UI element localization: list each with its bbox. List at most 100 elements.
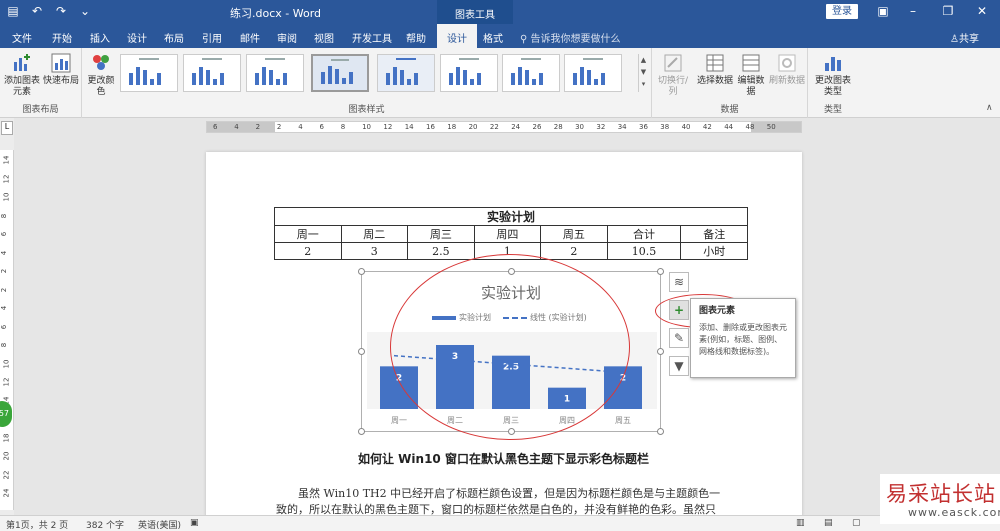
ruler-tick: 32: [596, 123, 606, 131]
change-colors-button[interactable]: 更改颜色: [86, 52, 116, 98]
word-count[interactable]: 382 个字: [86, 518, 124, 531]
share-button[interactable]: ♙共享: [950, 30, 979, 45]
print-layout-icon[interactable]: ▤: [824, 518, 833, 528]
ruler-tick: 20: [468, 123, 478, 131]
save-icon[interactable]: ▤: [6, 4, 20, 18]
language[interactable]: 英语(美国): [138, 518, 181, 531]
filter-icon[interactable]: ▼: [669, 356, 689, 376]
customize-icon[interactable]: ⌄: [78, 4, 92, 18]
restore-icon[interactable]: ❐: [938, 4, 958, 18]
change-chart-type-button[interactable]: 更改图表类型: [812, 52, 854, 98]
table-cell[interactable]: 3: [340, 242, 409, 260]
ruler-tick: 4: [234, 123, 239, 131]
refresh-data-button[interactable]: 刷新数据: [768, 52, 806, 87]
table-cell[interactable]: 2: [540, 242, 608, 260]
edit-data-button[interactable]: 编辑数据: [736, 52, 766, 98]
tab-help[interactable]: 帮助: [406, 30, 426, 45]
tab-mailings[interactable]: 邮件: [240, 30, 260, 45]
collapse-ribbon-icon[interactable]: ∧: [986, 103, 993, 113]
horizontal-ruler[interactable]: 6 4 2 2 4 6 8 10 12 14 16 18 20 22 24 26 28 30 32 34 36 38 40 4…: [206, 121, 802, 133]
change-colors-label: 更改颜色: [87, 76, 115, 97]
resize-handle[interactable]: [358, 428, 365, 435]
add-chart-element-button[interactable]: 添加图表元素: [2, 52, 42, 98]
ribbon-tabs: 文件 开始 插入 设计 布局 引用 邮件 审阅 视图 开发工具 帮助 设计 格式…: [0, 24, 1000, 48]
resize-handle[interactable]: [657, 428, 664, 435]
chart-style-2[interactable]: [183, 54, 241, 92]
plus-icon[interactable]: +: [669, 300, 689, 320]
ruler-vertical-tick: 24: [2, 488, 11, 498]
ruler-tick: 26: [532, 123, 542, 131]
switch-row-column-button[interactable]: 切换行/列: [654, 52, 692, 98]
table-cell[interactable]: 小时: [680, 242, 748, 260]
ruler-vertical-tick: 10: [2, 192, 11, 202]
table-header-cell[interactable]: 周二: [340, 225, 409, 243]
brush-icon[interactable]: ✎: [669, 328, 689, 348]
chart-style-1[interactable]: [120, 54, 178, 92]
tab-review[interactable]: 审阅: [277, 30, 297, 45]
chart-style-8[interactable]: [564, 54, 622, 92]
chart-style-3[interactable]: [246, 54, 304, 92]
data-table[interactable]: 实验计划 周一 周二 周三 周四 周五 合计 备注 2 3 2.5 1 2 10…: [274, 207, 748, 260]
table-header-cell[interactable]: 周五: [540, 225, 608, 243]
quick-layout-icon: [51, 53, 71, 73]
minimize-icon[interactable]: –: [903, 4, 923, 18]
table-cell[interactable]: 10.5: [606, 242, 682, 260]
table-header-cell[interactable]: 周四: [473, 225, 542, 243]
tab-references[interactable]: 引用: [202, 30, 222, 45]
ruler-tick: 34: [617, 123, 627, 131]
status-bar: 第1页，共 2 页 382 个字 英语(美国) ▣ ▥ ▤ ▢: [0, 515, 1000, 531]
ruler-tick: 4: [298, 123, 303, 131]
table-cell[interactable]: 2: [274, 242, 342, 260]
gallery-scroll[interactable]: ▲ ▼ ▾: [638, 54, 648, 92]
more-icon[interactable]: ▾: [639, 78, 648, 90]
table-header-cell[interactable]: 周三: [407, 225, 475, 243]
redo-icon[interactable]: ↷: [54, 4, 68, 18]
tab-chart-format[interactable]: 格式: [483, 30, 503, 45]
resize-handle[interactable]: [657, 348, 664, 355]
tab-selector[interactable]: L: [1, 121, 13, 135]
scroll-down-icon[interactable]: ▼: [639, 66, 648, 78]
table-header-cell[interactable]: 周一: [274, 225, 342, 243]
undo-icon[interactable]: ↶: [30, 4, 44, 18]
tell-me-box[interactable]: ⚲ 告诉我你想要做什么: [520, 30, 621, 45]
scroll-up-icon[interactable]: ▲: [639, 54, 648, 66]
macro-icon[interactable]: ▣: [190, 518, 199, 528]
chart-layouts-group: 添加图表元素 快速布局 图表布局: [0, 48, 82, 118]
chart-tools-context-label: 图表工具: [437, 0, 513, 24]
resize-handle[interactable]: [657, 268, 664, 275]
read-mode-icon[interactable]: ▥: [796, 518, 805, 528]
tab-developer[interactable]: 开发工具: [352, 30, 392, 45]
palette-icon: [93, 55, 109, 70]
tab-home[interactable]: 开始: [52, 30, 72, 45]
watermark-en: www.easck.com: [908, 506, 1000, 519]
table-header-cell[interactable]: 备注: [680, 225, 748, 243]
chart-styles-group-label: 图表样式: [348, 105, 385, 115]
page-count[interactable]: 第1页，共 2 页: [6, 518, 68, 531]
ribbon-display-options-icon[interactable]: ▣: [873, 4, 893, 18]
select-data-button[interactable]: 选择数据: [696, 52, 734, 87]
ruler-vertical-tick: 8: [0, 342, 9, 348]
layout-options-icon[interactable]: ≋: [669, 272, 689, 292]
resize-handle[interactable]: [358, 268, 365, 275]
table-cell[interactable]: 2.5: [407, 242, 475, 260]
chart-style-4-selected[interactable]: [311, 54, 369, 92]
ruler-vertical-tick: 14: [2, 155, 11, 165]
tab-chart-design[interactable]: 设计: [437, 24, 477, 48]
login-button[interactable]: 登录: [826, 4, 858, 19]
quick-layout-button[interactable]: 快速布局: [42, 52, 80, 87]
chart-style-7[interactable]: [502, 54, 560, 92]
tab-file[interactable]: 文件: [12, 30, 32, 45]
tab-design[interactable]: 设计: [127, 30, 147, 45]
select-data-icon: [706, 54, 724, 72]
resize-handle[interactable]: [358, 348, 365, 355]
close-icon[interactable]: ✕: [972, 4, 992, 18]
tab-insert[interactable]: 插入: [90, 30, 110, 45]
web-layout-icon[interactable]: ▢: [852, 518, 861, 528]
switch-row-column-label: 切换行/列: [657, 76, 689, 97]
vertical-ruler[interactable]: 141210864224681012141618202224: [0, 150, 14, 510]
chart-style-5[interactable]: [377, 54, 435, 92]
table-header-cell[interactable]: 合计: [606, 225, 682, 243]
tab-layout[interactable]: 布局: [164, 30, 184, 45]
chart-style-6[interactable]: [440, 54, 498, 92]
tab-view[interactable]: 视图: [314, 30, 334, 45]
